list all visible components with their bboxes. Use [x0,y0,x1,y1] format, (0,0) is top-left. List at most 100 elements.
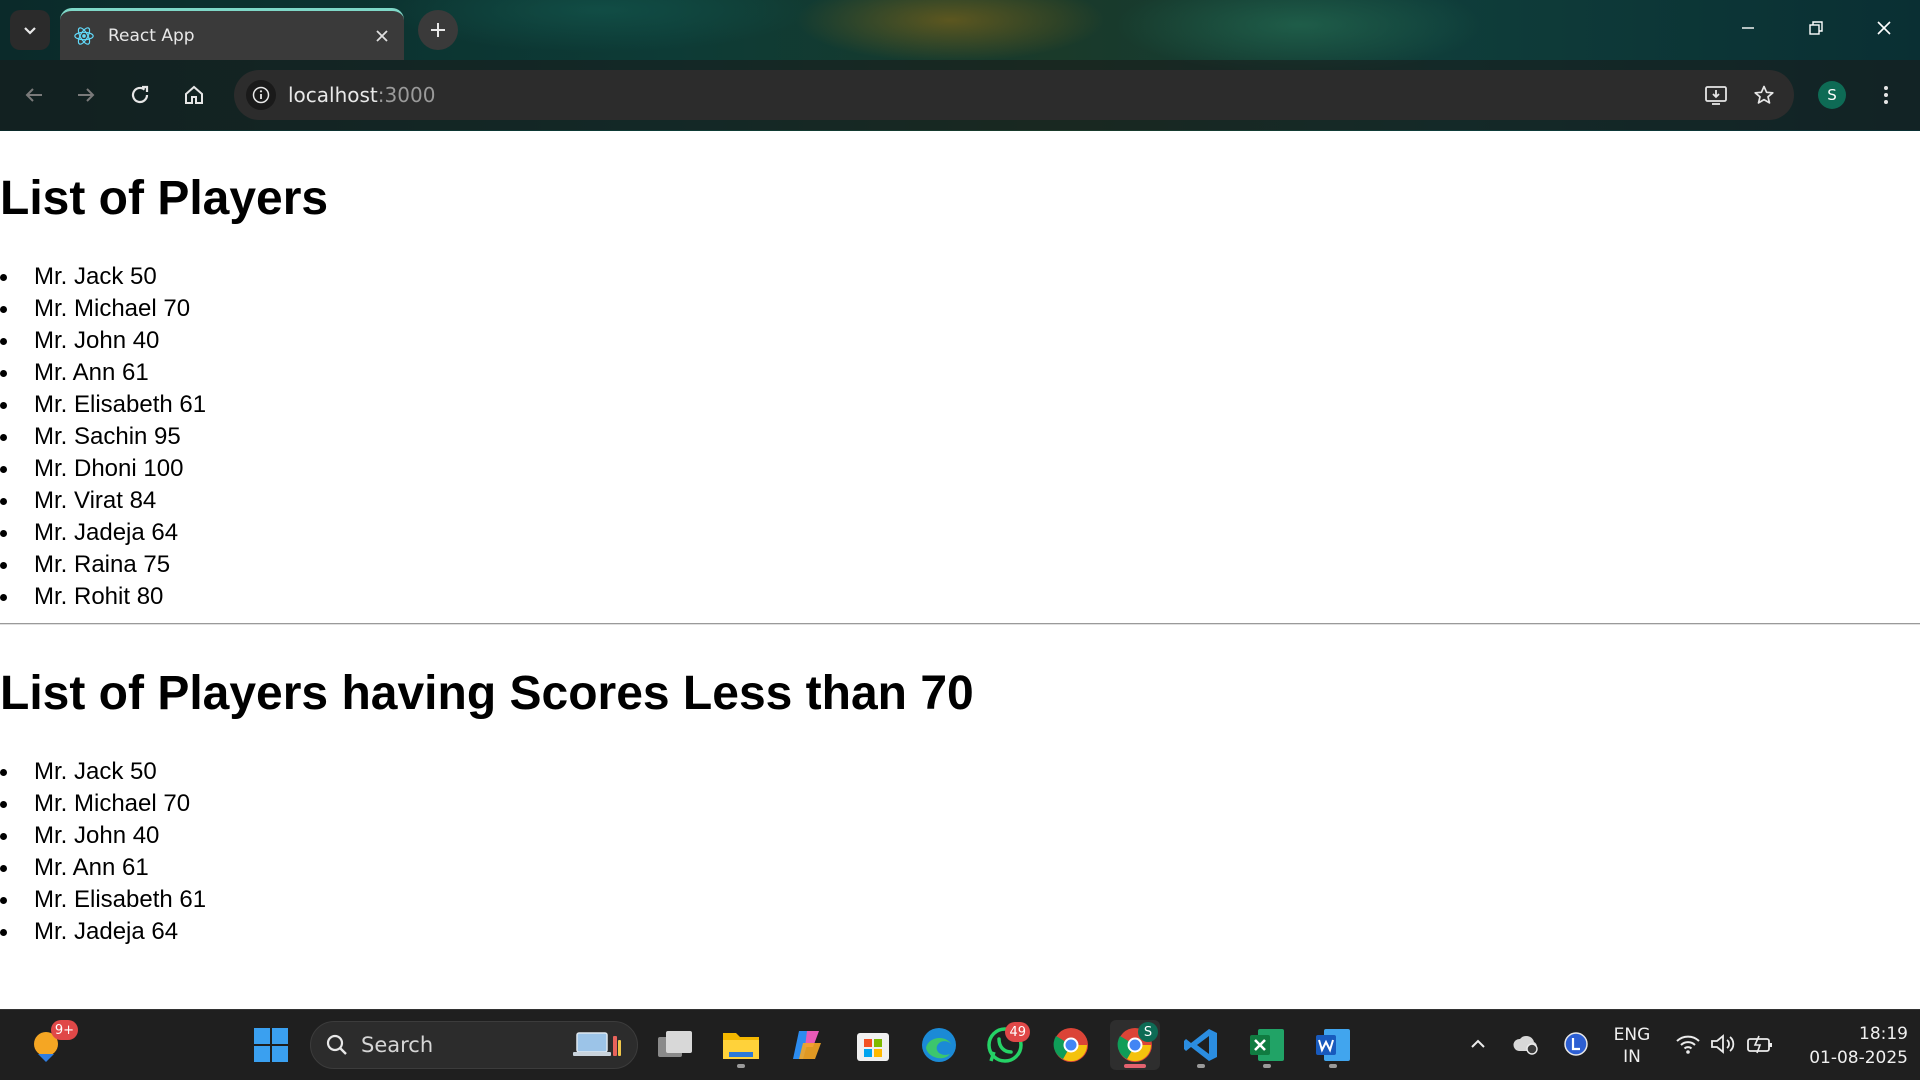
clock-time: 18:19 [1859,1024,1908,1044]
install-app-icon[interactable] [1696,70,1736,120]
tab-strip: React App [0,0,1920,60]
list-item: Mr. Ann 61 [0,357,206,389]
store-icon [857,1033,889,1061]
back-button[interactable] [14,75,54,115]
chrome-icon [1053,1028,1088,1062]
tab-react-app[interactable]: React App [60,8,404,60]
file-explorer-button[interactable] [716,1020,766,1070]
volume-icon[interactable] [1708,1028,1740,1060]
home-button[interactable] [174,75,214,115]
profile-avatar[interactable]: S [1818,81,1846,109]
search-highlight-icon [573,1030,623,1064]
copilot-icon [793,1031,821,1059]
more-menu-icon[interactable] [1868,75,1904,115]
running-indicator [1197,1064,1205,1068]
bookmark-star-icon[interactable] [1744,70,1784,120]
taskbar-search[interactable]: Search [310,1021,638,1069]
word-button[interactable] [1308,1020,1358,1070]
horizontal-rule [0,623,1920,625]
restore-icon [1809,21,1823,35]
vscode-icon [1184,1029,1217,1061]
list-item: Mr. Jack 50 [0,261,206,293]
heading-filtered-players: List of Players having Scores Less than … [0,667,974,720]
reload-button[interactable] [120,75,160,115]
task-view-button[interactable] [650,1020,700,1070]
weather-widget[interactable]: 9+ [24,1020,78,1068]
system-clock[interactable]: 18:19 01-08-2025 [1790,1022,1908,1070]
list-item: Mr. John 40 [0,820,206,852]
heading-all-players: List of Players [0,172,329,225]
edge-button[interactable] [914,1020,964,1070]
minimize-icon [1742,27,1754,29]
restore-button[interactable] [1788,8,1844,48]
whatsapp-button[interactable]: 49 [980,1020,1030,1070]
chevron-down-icon [24,27,36,35]
running-indicator [737,1064,745,1068]
plus-icon [431,23,445,37]
taskbar: 9+ Search 49 S ENG IN 18:19 01-08-2025 [0,1009,1920,1080]
tab-title: React App [108,25,195,46]
battery-icon[interactable] [1744,1028,1776,1060]
url-host: localhost [288,83,378,107]
list-item: Mr. Raina 75 [0,549,206,581]
account-badge-icon[interactable] [1560,1028,1592,1060]
language-indicator[interactable]: ENG IN [1610,1024,1654,1068]
list-item: Mr. Jadeja 64 [0,517,206,549]
task-view-icon [658,1031,692,1057]
chevron-up-icon [1471,1039,1485,1048]
search-icon [325,1033,349,1057]
url-text: localhost:3000 [288,83,435,107]
page-content: List of Players Mr. Jack 50 Mr. Michael … [0,131,1920,1009]
close-window-button[interactable] [1856,8,1912,48]
filtered-players-list: Mr. Jack 50 Mr. Michael 70 Mr. John 40 M… [0,756,206,948]
windows-logo-icon [254,1028,288,1062]
word-icon [1316,1029,1350,1061]
all-players-list: Mr. Jack 50 Mr. Michael 70 Mr. John 40 M… [0,261,206,613]
url-port: :3000 [377,83,436,107]
list-item: Mr. Elisabeth 61 [0,389,206,421]
list-item: Mr. Rohit 80 [0,581,206,613]
react-logo-icon [72,24,96,48]
list-item: Mr. Ann 61 [0,852,206,884]
onedrive-icon[interactable] [1510,1028,1542,1060]
arrow-left-icon [25,88,42,102]
language-region: IN [1623,1047,1641,1067]
clock-date: 01-08-2025 [1809,1048,1908,1068]
address-bar[interactable]: localhost:3000 [234,70,1794,120]
list-item: Mr. Jadeja 64 [0,916,206,948]
tab-search-button[interactable] [10,10,50,50]
close-tab-icon[interactable] [368,22,396,50]
excel-button[interactable] [1242,1020,1292,1070]
chrome-profile-button[interactable]: S [1110,1020,1160,1070]
list-item: Mr. Jack 50 [0,756,206,788]
reload-icon [131,85,149,104]
active-indicator [1124,1064,1146,1068]
copilot-button[interactable] [782,1020,832,1070]
new-tab-button[interactable] [418,10,458,50]
close-icon [1877,21,1891,35]
wifi-icon[interactable] [1672,1028,1704,1060]
show-hidden-icons-button[interactable] [1462,1028,1494,1060]
vscode-button[interactable] [1176,1020,1226,1070]
minimize-button[interactable] [1720,8,1776,48]
arrow-right-icon [78,88,95,102]
list-item: Mr. Michael 70 [0,293,206,325]
excel-icon [1250,1029,1284,1061]
list-item: Mr. John 40 [0,325,206,357]
forward-button[interactable] [66,75,106,115]
store-button[interactable] [848,1020,898,1070]
list-item: Mr. Virat 84 [0,485,206,517]
language-code: ENG [1613,1025,1651,1045]
running-indicator [1329,1064,1337,1068]
list-item: Mr. Elisabeth 61 [0,884,206,916]
list-item: Mr. Dhoni 100 [0,453,206,485]
chrome-button[interactable] [1046,1020,1096,1070]
start-button[interactable] [246,1020,296,1070]
site-info-icon[interactable] [246,80,276,110]
whatsapp-badge: 49 [1005,1022,1030,1042]
list-item: Mr. Sachin 95 [0,421,206,453]
edge-icon [922,1028,956,1062]
search-label: Search [361,1033,434,1057]
folder-icon [723,1033,759,1059]
running-indicator [1263,1064,1271,1068]
